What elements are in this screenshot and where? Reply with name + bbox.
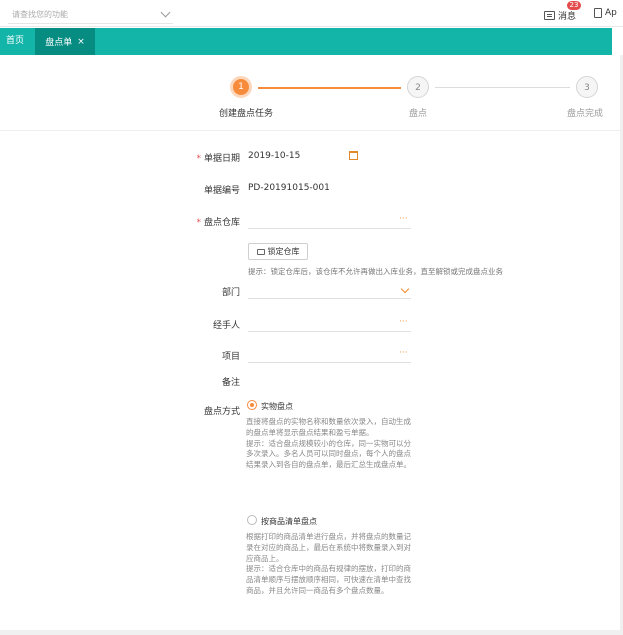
method-physical-label[interactable]: 实物盘点 <box>261 401 293 412</box>
step-connector-2 <box>435 87 570 88</box>
close-icon[interactable]: × <box>77 37 85 47</box>
step-3-label: 盘点完成 <box>567 109 604 119</box>
dept-label: 部门 <box>221 288 240 298</box>
project-picker-icon[interactable]: ··· <box>399 348 408 358</box>
step-3-circle: 3 <box>576 76 598 98</box>
method-physical-description: 直接将盘点的实物名称和数量依次录入，自动生成的盘点单将显示盘点结果和盈亏单据。 … <box>246 417 411 471</box>
chevron-down-icon[interactable] <box>160 7 171 18</box>
step-1-label: 创建盘点任务 <box>219 109 274 119</box>
message-icon <box>544 10 555 20</box>
stepper: 1 2 3 创建盘点任务 盘点 盘点完成 <box>0 55 623 131</box>
method-list-desc-main: 根据打印的商品清单进行盘点，并将盘点的数量记录在对应的商品上，最后在系统中将数量… <box>246 532 411 563</box>
number-field: PD-20191015-001 <box>248 183 330 193</box>
tab-bar: 首页 盘点单 × <box>0 28 623 55</box>
function-search-input[interactable] <box>12 6 152 22</box>
phone-icon <box>594 8 602 18</box>
method-list-description: 根据打印的商品清单进行盘点，并将盘点的数量记录在对应的商品上，最后在系统中将数量… <box>246 532 411 597</box>
step-1-circle: 1 <box>230 76 252 98</box>
lock-warehouse-label: 锁定仓库 <box>267 247 300 256</box>
messages-label: 消息 <box>558 11 577 22</box>
handler-picker-icon[interactable]: ··· <box>399 317 408 327</box>
method-radio-physical[interactable] <box>247 400 257 410</box>
step-2-circle: 2 <box>407 76 429 98</box>
remark-label: 备注 <box>221 378 240 388</box>
method-physical-desc-main: 直接将盘点的实物名称和数量依次录入，自动生成的盘点单将显示盘点结果和盈亏单据。 <box>246 417 411 437</box>
tab-home[interactable]: 首页 <box>0 28 30 55</box>
calendar-icon[interactable] <box>349 151 358 160</box>
chevron-down-icon[interactable] <box>400 284 410 294</box>
method-radio-list[interactable] <box>247 515 257 525</box>
tab-bar-edge <box>612 28 623 55</box>
project-field[interactable] <box>248 362 411 363</box>
lock-icon <box>256 248 265 255</box>
top-bar: 消息 23 Ap <box>0 0 623 27</box>
method-label: 盘点方式 <box>203 407 240 417</box>
app-button[interactable]: Ap <box>594 8 617 18</box>
tab-stocktake[interactable]: 盘点单 × <box>35 28 95 55</box>
method-list-desc-tip: 提示：适合仓库中的商品有规律的摆放，打印的商品清单顺序与摆放顺序相同，可快速在清… <box>246 564 411 595</box>
main-content: 1 2 3 创建盘点任务 盘点 盘点完成 * 单据日期 2019-10-15 单据… <box>0 55 623 635</box>
messages-button[interactable]: 消息 <box>544 8 576 22</box>
step-2-label: 盘点 <box>409 109 428 119</box>
messages-badge: 23 <box>567 1 581 10</box>
method-physical-desc-tip: 提示：适合盘点规模较小的仓库，同一实物可以分多次录入。多名人员可以同时盘点，每个… <box>246 438 411 470</box>
window-frame-bottom <box>0 630 623 635</box>
step-connector-1 <box>258 87 401 89</box>
date-field[interactable]: 2019-10-15 <box>248 151 300 161</box>
method-list-label[interactable]: 按商品清单盘点 <box>261 516 317 527</box>
lock-tip: 提示：锁定仓库后，该仓库不允许再做出入库业务，直至解锁或完成盘点业务 <box>248 267 503 276</box>
project-label: 项目 <box>221 352 240 362</box>
lock-warehouse-button[interactable]: 锁定仓库 <box>248 243 308 260</box>
warehouse-label: * 盘点仓库 <box>196 218 240 228</box>
handler-label: 经手人 <box>212 321 240 331</box>
tab-stocktake-label: 盘点单 <box>45 38 73 48</box>
date-label: * 单据日期 <box>196 154 240 164</box>
number-label: 单据编号 <box>203 186 240 196</box>
handler-field[interactable] <box>248 331 411 332</box>
dept-field[interactable] <box>248 298 411 299</box>
warehouse-field[interactable] <box>248 228 411 229</box>
warehouse-picker-icon[interactable]: ··· <box>399 214 408 224</box>
app-label: Ap <box>605 8 617 18</box>
function-search[interactable] <box>8 4 173 24</box>
